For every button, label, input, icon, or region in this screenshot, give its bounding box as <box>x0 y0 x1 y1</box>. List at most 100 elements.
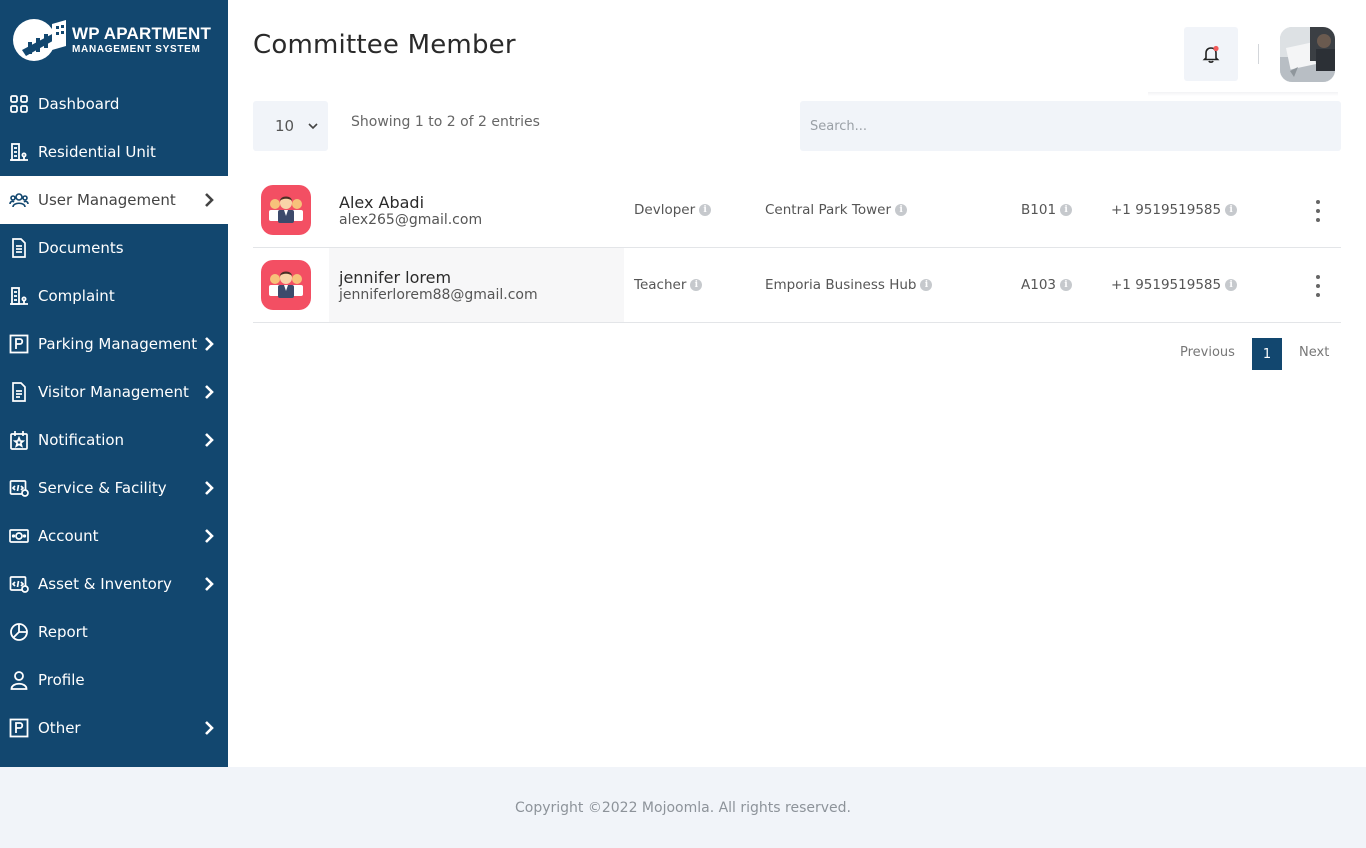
service-icon <box>8 573 30 595</box>
info-icon[interactable]: i <box>690 279 703 291</box>
more-actions-icon[interactable] <box>1311 273 1325 299</box>
sidebar-item-label: Dashboard <box>38 95 120 113</box>
info-icon[interactable]: i <box>699 204 712 216</box>
chevron-right-icon <box>205 481 214 495</box>
pie-chart-icon <box>8 621 30 643</box>
sidebar: WP APARTMENT MANAGEMENT SYSTEM Dashboard… <box>0 0 228 767</box>
sidebar-item-label: Residential Unit <box>38 143 156 161</box>
sidebar-item-visitor-management[interactable]: Visitor Management <box>0 368 228 416</box>
sidebar-item-other[interactable]: Other <box>0 704 228 752</box>
service-icon <box>8 477 30 499</box>
parking-icon <box>8 717 30 739</box>
sidebar-item-asset-inventory[interactable]: Asset & Inventory <box>0 560 228 608</box>
more-actions-icon[interactable] <box>1311 198 1325 224</box>
table-row[interactable]: Alex Abadi alex265@gmail.com Devloper i C… <box>253 173 1341 248</box>
sidebar-item-dashboard[interactable]: Dashboard <box>0 80 228 128</box>
sidebar-item-account[interactable]: Account <box>0 512 228 560</box>
page-length-value: 10 <box>275 117 295 135</box>
sidebar-item-profile[interactable]: Profile <box>0 656 228 704</box>
user-icon <box>8 669 30 691</box>
pagination-page[interactable]: 1 <box>1252 338 1282 370</box>
member-building: Central Park Tower <box>765 202 892 218</box>
sidebar-item-residential-unit[interactable]: Residential Unit <box>0 128 228 176</box>
sidebar-item-notification[interactable]: Notification <box>0 416 228 464</box>
parking-icon <box>8 333 30 355</box>
chevron-right-icon <box>205 337 214 351</box>
chevron-right-icon <box>205 193 214 207</box>
file-icon <box>8 381 30 403</box>
header-shadow <box>1148 92 1338 96</box>
building-cell: Central Park Tower i <box>765 202 908 218</box>
member-name[interactable]: jennifer lorem <box>339 268 451 287</box>
money-icon <box>8 525 30 547</box>
brand-title: WP APARTMENT <box>72 24 212 43</box>
sidebar-item-label: Parking Management <box>38 335 198 353</box>
unit-cell: B101 i <box>1021 202 1073 218</box>
chevron-right-icon <box>205 721 214 735</box>
users-icon <box>8 189 30 211</box>
sidebar-item-service-facility[interactable]: Service & Facility <box>0 464 228 512</box>
sidebar-item-label: Service & Facility <box>38 479 167 497</box>
chevron-right-icon <box>205 433 214 447</box>
member-building: Emporia Business Hub <box>765 277 917 293</box>
sidebar-item-parking-management[interactable]: Parking Management <box>0 320 228 368</box>
sidebar-item-label: User Management <box>38 191 176 209</box>
avatar[interactable] <box>1280 27 1335 82</box>
sidebar-nav: Dashboard Residential Unit User Manageme… <box>0 80 228 752</box>
info-icon[interactable]: i <box>1225 279 1238 291</box>
header-divider <box>1258 44 1259 64</box>
sidebar-item-label: Complaint <box>38 287 115 305</box>
building-cell: Emporia Business Hub i <box>765 277 933 293</box>
sidebar-item-label: Other <box>38 719 81 737</box>
brand[interactable]: WP APARTMENT MANAGEMENT SYSTEM <box>0 0 228 80</box>
chevron-down-icon <box>308 123 318 130</box>
brand-subtitle: MANAGEMENT SYSTEM <box>72 44 201 55</box>
info-icon[interactable]: i <box>1060 279 1073 291</box>
chevron-right-icon <box>205 385 214 399</box>
search-input[interactable] <box>800 101 1341 151</box>
sidebar-item-label: Account <box>38 527 99 545</box>
pagination-next[interactable]: Next <box>1299 345 1329 360</box>
sidebar-item-user-management[interactable]: User Management <box>0 176 228 224</box>
bell-icon <box>1202 45 1220 63</box>
notification-dot <box>1213 45 1219 52</box>
info-icon[interactable]: i <box>1225 204 1238 216</box>
sidebar-item-label: Report <box>38 623 88 641</box>
sidebar-item-report[interactable]: Report <box>0 608 228 656</box>
table-row[interactable]: jennifer lorem jenniferlorem88@gmail.com… <box>253 248 1341 323</box>
page-length-select[interactable]: 10 <box>253 101 328 151</box>
phone-cell: +1 9519519585 i <box>1111 277 1238 293</box>
sidebar-item-label: Asset & Inventory <box>38 575 172 593</box>
info-icon[interactable]: i <box>895 204 908 216</box>
sidebar-item-label: Documents <box>38 239 124 257</box>
member-avatar-icon <box>261 260 311 310</box>
building-icon <box>8 141 30 163</box>
chevron-right-icon <box>205 577 214 591</box>
members-table: Alex Abadi alex265@gmail.com Devloper i C… <box>253 173 1341 323</box>
document-icon <box>8 237 30 259</box>
sidebar-item-label: Profile <box>38 671 85 689</box>
sidebar-item-label: Notification <box>38 431 125 449</box>
member-name[interactable]: Alex Abadi <box>339 193 424 212</box>
sidebar-item-documents[interactable]: Documents <box>0 224 228 272</box>
page-title: Committee Member <box>253 30 516 60</box>
info-icon[interactable]: i <box>920 279 933 291</box>
member-designation: Devloper <box>634 202 696 218</box>
phone-cell: +1 9519519585 i <box>1111 202 1238 218</box>
pagination-previous[interactable]: Previous <box>1180 345 1235 360</box>
designation-cell: Devloper i <box>634 202 712 218</box>
info-icon[interactable]: i <box>1060 204 1073 216</box>
member-avatar-icon <box>261 185 311 235</box>
table-info: Showing 1 to 2 of 2 entries <box>351 114 540 130</box>
footer: Copyright ©2022 Mojoomla. All rights res… <box>0 767 1366 848</box>
grid-icon <box>8 93 30 115</box>
logo-icon <box>12 16 68 64</box>
member-email: alex265@gmail.com <box>339 212 483 228</box>
member-email: jenniferlorem88@gmail.com <box>339 287 538 303</box>
member-unit: A103 <box>1021 277 1057 293</box>
sidebar-item-complaint[interactable]: Complaint <box>0 272 228 320</box>
sidebar-item-label: Visitor Management <box>38 383 189 401</box>
member-unit: B101 <box>1021 202 1057 218</box>
notification-button[interactable] <box>1184 27 1238 81</box>
member-designation: Teacher <box>634 277 687 293</box>
